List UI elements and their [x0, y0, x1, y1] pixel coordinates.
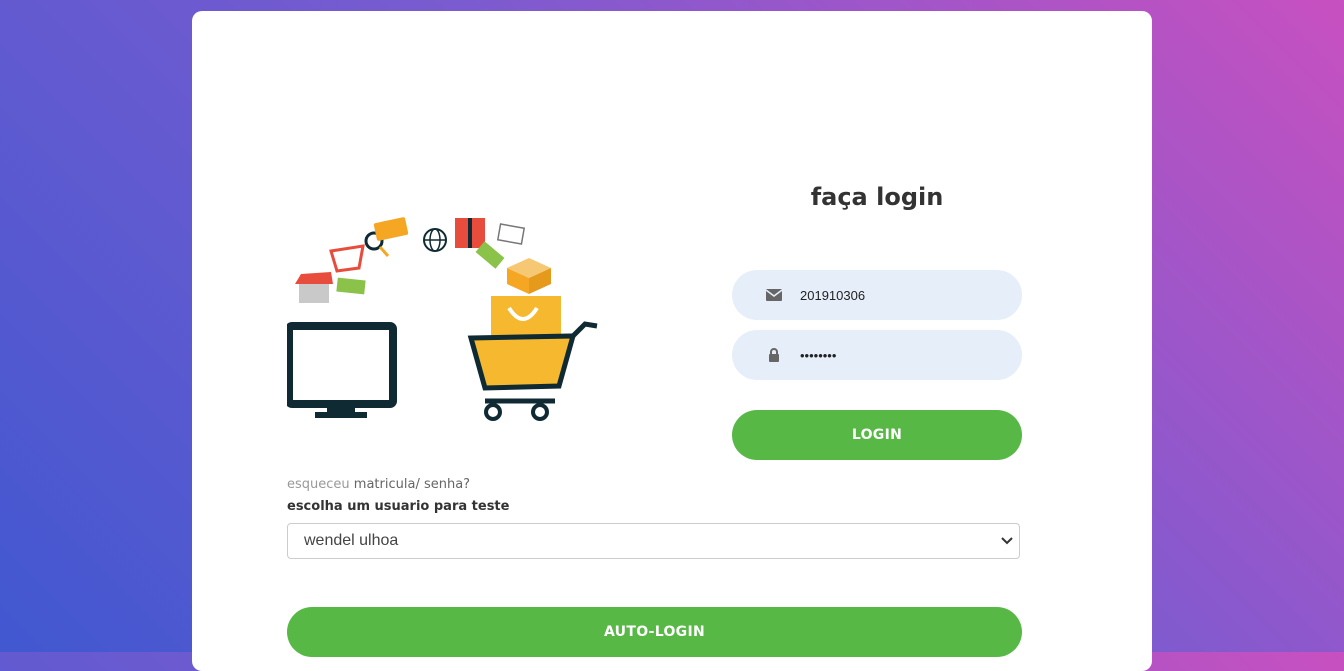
envelope-icon — [766, 287, 782, 303]
selected-user: wendel ulhoa — [304, 532, 399, 549]
email-field[interactable] — [732, 270, 1022, 320]
chevron-down-icon — [1001, 532, 1013, 550]
login-button[interactable]: LOGIN — [732, 410, 1022, 460]
test-user-select[interactable]: wendel ulhoa — [287, 523, 1020, 559]
auto-login-button[interactable]: AUTO-LOGIN — [287, 607, 1022, 657]
username-input[interactable] — [800, 287, 1000, 303]
test-user-label: escolha um usuario para teste — [287, 499, 510, 514]
page-title: faça login — [810, 183, 944, 211]
login-card: faça login LOGIN esqueceu matricula/ sen… — [192, 11, 1152, 671]
forgot-text-1: esqueceu — [287, 477, 350, 492]
password-input[interactable] — [800, 347, 1000, 363]
lock-icon — [766, 347, 782, 363]
forgot-credentials-link[interactable]: esqueceu matricula/ senha? — [287, 477, 470, 492]
ecommerce-illustration — [287, 217, 598, 421]
forgot-text-2: matricula/ senha? — [353, 477, 471, 492]
password-field[interactable] — [732, 330, 1022, 380]
